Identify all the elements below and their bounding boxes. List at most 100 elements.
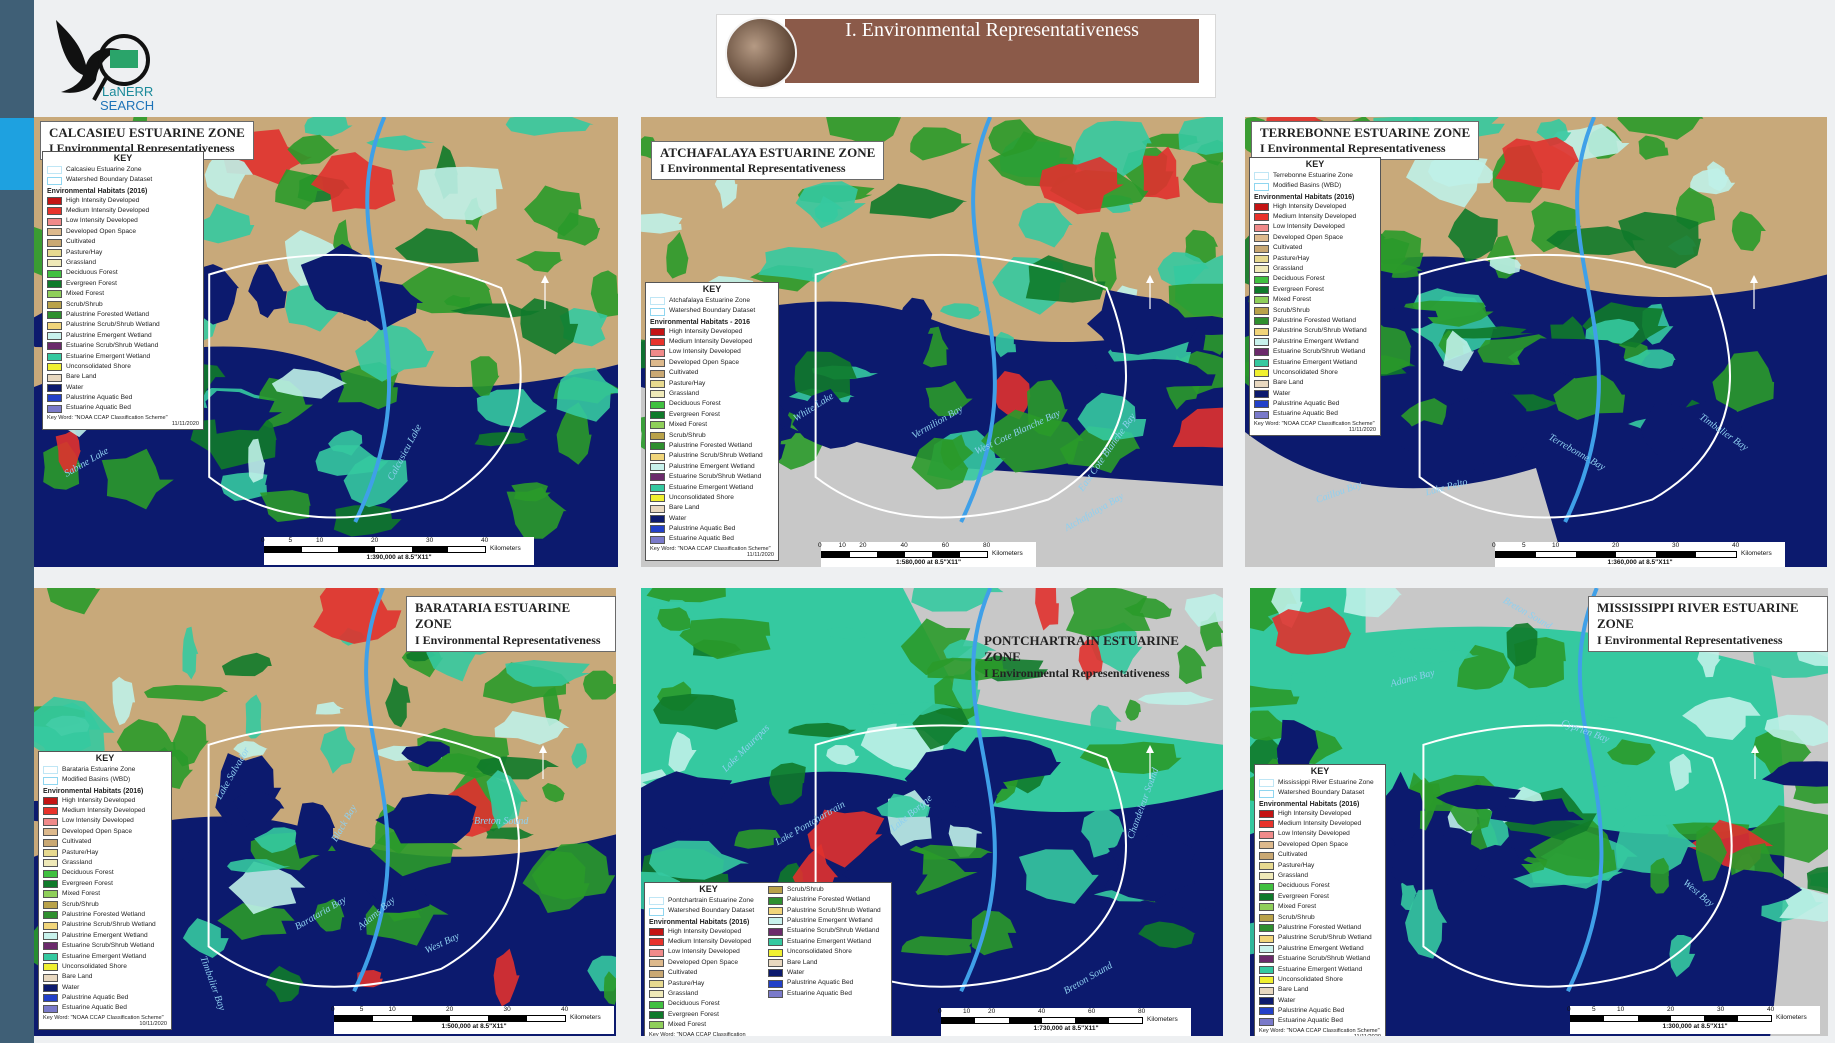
legend-swatch	[1259, 945, 1274, 954]
legend-label: Developed Open Space	[668, 958, 739, 966]
legend-label: Pasture/Hay	[1273, 254, 1310, 262]
legend-swatch	[47, 176, 62, 185]
legend-item: Scrub/Shrub	[1259, 913, 1381, 923]
legend-item: Developed Open Space	[650, 358, 774, 368]
panel-title-box: PONTCHARTRAIN ESTUARINE ZONE I Environmen…	[976, 630, 1223, 684]
legend-item: Estuarine Aquatic Bed	[1254, 410, 1376, 420]
legend-swatch	[1259, 851, 1274, 860]
legend-swatch	[43, 880, 58, 889]
legend-item: Unconsolidated Shore	[768, 947, 887, 957]
legend-item: High Intensity Developed	[47, 196, 199, 206]
legend-item: Medium Intensity Developed	[650, 337, 774, 347]
legend-item: Estuarine Aquatic Bed	[650, 535, 774, 545]
legend-swatch	[43, 869, 58, 878]
legend-swatch	[43, 942, 58, 951]
legend-label: Mixed Forest	[66, 290, 105, 298]
legend-label: Palustrine Scrub/Shrub Wetland	[1278, 934, 1372, 942]
scale-unit: Kilometers	[1776, 1014, 1807, 1021]
legend-item: Estuarine Emergent Wetland	[768, 937, 887, 947]
panel-title: ATCHAFALAYA ESTUARINE ZONE	[660, 145, 876, 160]
legend-item: Palustrine Scrub/Shrub Wetland	[768, 906, 887, 916]
scale-tick-label: 20	[988, 1008, 996, 1015]
legend-item: Bare Land	[43, 972, 167, 982]
legend-swatch	[768, 979, 783, 988]
legend-item: High Intensity Developed	[1254, 202, 1376, 212]
legend-item: Watershed Boundary Dataset	[650, 306, 774, 316]
legend-swatch	[650, 379, 665, 388]
legend-label: Estuarine Emergent Wetland	[1273, 358, 1358, 366]
legend-label: Water	[1278, 996, 1296, 1004]
legend-item: Grassland	[650, 389, 774, 399]
legend-label: Grassland	[668, 990, 699, 998]
legend-label: Palustrine Forested Wetland	[1273, 316, 1357, 324]
legend-swatch	[47, 207, 62, 216]
scale-bar-graphic	[264, 546, 486, 553]
legend-swatch	[43, 952, 58, 961]
legend-swatch	[768, 990, 783, 999]
legend-swatch	[47, 342, 62, 351]
scale-tick-label: 30	[426, 537, 434, 544]
legend-label: Grassland	[62, 859, 93, 867]
legend-label: Mississippi River Estuarine Zone	[1278, 778, 1374, 786]
legend-label: Deciduous Forest	[66, 269, 118, 277]
legend-item: Mixed Forest	[649, 1020, 768, 1030]
map-scale-text: 1:390,000 at 8.5"X11"	[366, 554, 432, 561]
legend-item: Palustrine Forested Wetland	[43, 910, 167, 920]
legend-label: Estuarine Scrub/Shrub Wetland	[1273, 348, 1366, 356]
legend-swatch	[1259, 955, 1274, 964]
legend-label: Deciduous Forest	[669, 400, 721, 408]
legend-swatch	[1259, 830, 1274, 839]
legend-item: Mixed Forest	[1254, 295, 1376, 305]
legend-swatch	[650, 463, 665, 472]
legend-label: Bare Land	[66, 373, 97, 381]
legend-swatch	[1254, 306, 1269, 315]
north-arrow-icon	[541, 274, 549, 309]
legend-item: Palustrine Emergent Wetland	[768, 916, 887, 926]
legend-swatch	[1259, 976, 1274, 985]
legend-swatch	[768, 906, 783, 915]
legend-label: Developed Open Space	[1273, 233, 1344, 241]
legend-item: Water	[1259, 996, 1381, 1006]
legend-label: Scrub/Shrub	[66, 300, 103, 308]
legend-label: Evergreen Forest	[66, 279, 117, 287]
legend-item: Palustrine Forested Wetland	[650, 441, 774, 451]
legend-item: Palustrine Aquatic Bed	[650, 524, 774, 534]
legend-item: Palustrine Aquatic Bed	[1254, 399, 1376, 409]
legend-item: Pontchartrain Estuarine Zone	[649, 896, 768, 906]
legend-item: Scrub/Shrub	[43, 900, 167, 910]
legend-label: Low Intensity Developed	[669, 348, 741, 356]
legend-item: High Intensity Developed	[649, 927, 768, 937]
legend-label: Bare Land	[1278, 986, 1309, 994]
legend-label: Medium Intensity Developed	[668, 938, 752, 946]
place-label: Breton Sound	[474, 816, 529, 827]
legend-item: Low Intensity Developed	[650, 348, 774, 358]
legend-item: Palustrine Scrub/Shrub Wetland	[43, 920, 167, 930]
legend-label: Pasture/Hay	[668, 979, 705, 987]
legend-swatch	[1259, 903, 1274, 912]
legend-label: Calcasieu Estuarine Zone	[66, 165, 142, 173]
legend-label: Mixed Forest	[62, 890, 101, 898]
legend-item: Unconsolidated Shore	[1254, 368, 1376, 378]
legend-label: Cultivated	[1273, 244, 1303, 252]
legend-item: Estuarine Aquatic Bed	[47, 404, 199, 414]
legend-label: Estuarine Aquatic Bed	[62, 1004, 127, 1012]
legend-item: Developed Open Space	[1259, 840, 1381, 850]
legend-swatch	[1259, 861, 1274, 870]
legend-label: Grassland	[1273, 265, 1304, 273]
legend-label: Low Intensity Developed	[668, 948, 740, 956]
scale-bar: 0 10 20 40 60 80 Kilometers 1:730,000 at 8.5"X1…	[938, 1008, 1191, 1036]
legend-swatch	[1254, 296, 1269, 305]
scale-tick-label: 0	[1567, 1006, 1571, 1013]
legend-item: Palustrine Forested Wetland	[1259, 923, 1381, 933]
legend-item: Scrub/Shrub	[768, 885, 887, 895]
legend-item: Cultivated	[43, 837, 167, 847]
legend-swatch	[47, 228, 62, 237]
logo-text-search: SEARCH	[100, 98, 155, 113]
legend-swatch	[1254, 379, 1269, 388]
legend-swatch	[1254, 369, 1269, 378]
legend-label: Palustrine Scrub/Shrub Wetland	[1273, 327, 1367, 335]
legend-swatch	[43, 796, 58, 805]
legend-label: Palustrine Aquatic Bed	[62, 994, 129, 1002]
legend-item: Grassland	[43, 858, 167, 868]
north-arrow-icon	[1146, 274, 1154, 309]
